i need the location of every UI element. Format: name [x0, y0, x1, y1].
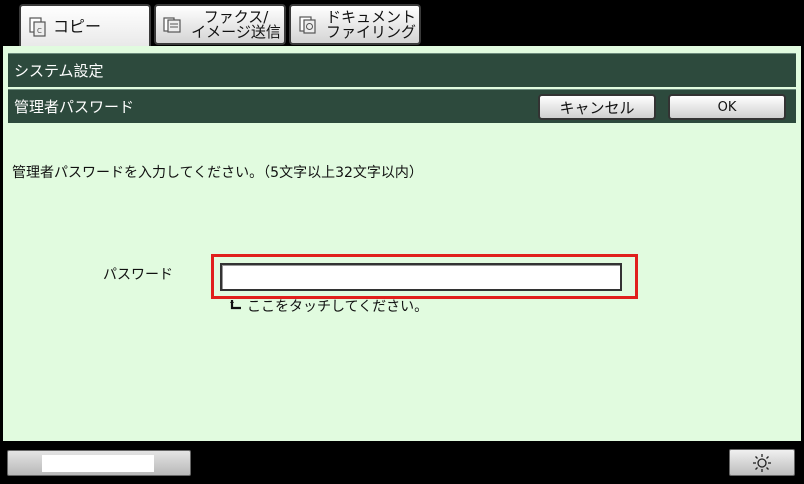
touch-hint: ここをタッチしてください。 [229, 296, 428, 316]
tab-fax-label: ファクス/ イメージ送信 [191, 7, 281, 41]
password-label: パスワード [103, 267, 173, 283]
instruction-text: 管理者パスワードを入力してください。（5文字以上32文字以内） [12, 165, 423, 181]
brightness-button[interactable] [729, 449, 795, 476]
brightness-icon [753, 453, 771, 472]
copy-icon: C [29, 17, 46, 37]
tab-document-label: ドキュメント ファイリング [325, 7, 416, 41]
ok-button[interactable]: OK [668, 94, 786, 120]
return-arrow-icon [230, 300, 241, 310]
password-highlight-frame [211, 254, 638, 299]
tab-document-filing[interactable]: ドキュメント ファイリング [289, 4, 421, 45]
page-title: 管理者パスワード [14, 98, 135, 116]
main-panel: システム設定 管理者パスワード キャンセル OK 管理者パスワードを入力してくだ… [3, 46, 801, 441]
section-title-bar: システム設定 [8, 53, 796, 87]
svg-text:C: C [37, 27, 42, 35]
password-input[interactable] [220, 263, 622, 291]
cancel-button[interactable]: キャンセル [538, 94, 656, 120]
tab-copy-label: コピー [53, 17, 102, 36]
tab-fax-image-send[interactable]: ファクス/ イメージ送信 [154, 4, 286, 45]
job-status-bar[interactable] [7, 450, 191, 476]
job-status-display [42, 455, 154, 472]
fax-icon [163, 16, 181, 33]
section-title: システム設定 [14, 62, 104, 80]
touch-hint-text: ここをタッチしてください。 [247, 299, 429, 315]
tab-copy[interactable]: C コピー [19, 4, 151, 48]
document-filing-icon [299, 15, 316, 34]
